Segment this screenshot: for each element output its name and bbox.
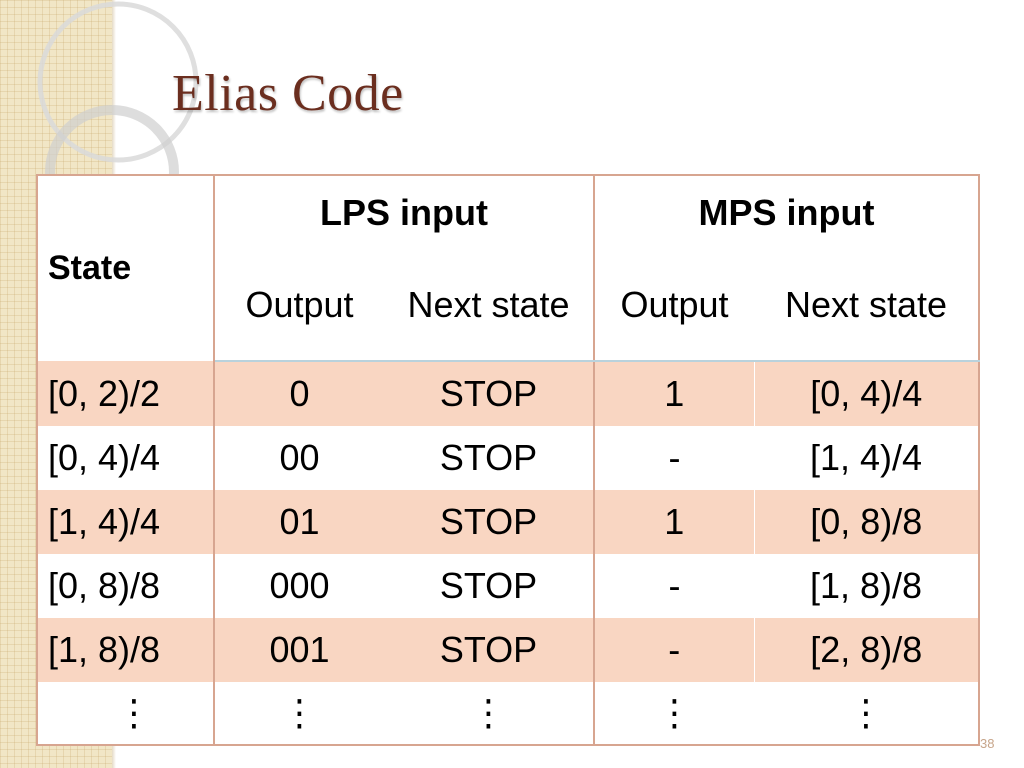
cell-state-ellipsis: ⋮ xyxy=(37,682,215,745)
cell-lps-output: 00 xyxy=(214,426,384,490)
table-row: [0, 8)/8 000 STOP - [1, 8)/8 xyxy=(37,554,979,618)
cell-lps-next: STOP xyxy=(384,618,595,682)
cell-state: [1, 4)/4 xyxy=(37,490,215,554)
elias-code-table: State LPS input MPS input Output Next st… xyxy=(36,174,980,746)
cell-mps-output-ellipsis: ⋮ xyxy=(594,682,754,745)
cell-mps-output: - xyxy=(594,554,754,618)
cell-lps-next: STOP xyxy=(384,361,595,426)
table-row: [1, 8)/8 001 STOP - [2, 8)/8 xyxy=(37,618,979,682)
header-lps-output: Output xyxy=(214,250,384,362)
cell-mps-next: [0, 4)/4 xyxy=(754,361,979,426)
cell-lps-next: STOP xyxy=(384,426,595,490)
cell-mps-output: 1 xyxy=(594,490,755,554)
cell-lps-output: 0 xyxy=(214,361,384,426)
cell-mps-next: [1, 4)/4 xyxy=(754,426,979,490)
header-state: State xyxy=(37,175,215,361)
cell-mps-next: [1, 8)/8 xyxy=(754,554,979,618)
cell-mps-output: - xyxy=(594,426,754,490)
cell-mps-output: 1 xyxy=(594,361,755,426)
cell-lps-output: 001 xyxy=(214,618,384,682)
header-lps-input: LPS input xyxy=(214,175,595,250)
cell-mps-next: [0, 8)/8 xyxy=(754,490,979,554)
slide-title: Elias Code xyxy=(172,65,404,122)
header-mps-next-state: Next state xyxy=(754,250,979,362)
cell-state: [1, 8)/8 xyxy=(37,618,215,682)
slide-number: 38 xyxy=(980,736,995,751)
cell-lps-output: 01 xyxy=(214,490,384,554)
table-row: [0, 2)/2 0 STOP 1 [0, 4)/4 xyxy=(37,361,979,426)
cell-lps-next: STOP xyxy=(384,490,595,554)
cell-lps-output: 000 xyxy=(214,554,384,618)
header-mps-output: Output xyxy=(594,250,754,362)
cell-state: [0, 4)/4 xyxy=(37,426,215,490)
table-header-row-groups: State LPS input MPS input xyxy=(37,175,979,361)
elias-code-table-container: State LPS input MPS input Output Next st… xyxy=(36,174,980,746)
cell-mps-next-ellipsis: ⋮ xyxy=(754,682,979,745)
header-lps-next-state: Next state xyxy=(384,250,595,362)
cell-lps-output-ellipsis: ⋮ xyxy=(214,682,384,745)
table-row: [0, 4)/4 00 STOP - [1, 4)/4 xyxy=(37,426,979,490)
cell-lps-next-ellipsis: ⋮ xyxy=(384,682,595,745)
cell-mps-next: [2, 8)/8 xyxy=(754,618,979,682)
header-mps-input: MPS input xyxy=(594,175,979,250)
cell-state: [0, 8)/8 xyxy=(37,554,215,618)
cell-state: [0, 2)/2 xyxy=(37,361,215,426)
table-row: ⋮ ⋮ ⋮ ⋮ ⋮ xyxy=(37,682,979,745)
cell-mps-output: - xyxy=(594,618,755,682)
table-row: [1, 4)/4 01 STOP 1 [0, 8)/8 xyxy=(37,490,979,554)
cell-lps-next: STOP xyxy=(384,554,595,618)
